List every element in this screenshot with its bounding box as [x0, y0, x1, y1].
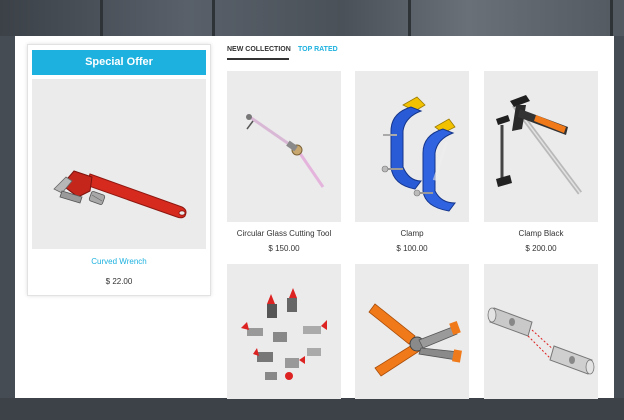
glass-cutter-icon: [246, 113, 325, 188]
background-right: [614, 36, 624, 420]
spring-clamp-icon: [368, 303, 462, 377]
offer-product-image[interactable]: [32, 79, 206, 249]
c-clamp-icon: [381, 96, 456, 212]
product-image[interactable]: [484, 264, 598, 399]
special-offer-header: Special Offer: [32, 50, 206, 75]
product-panel: Special Offer Curved Wrench $ 22.00 NEW …: [15, 36, 614, 399]
background-post: [212, 0, 215, 36]
socket-tubes-icon: [487, 307, 595, 375]
special-offer-card[interactable]: Special Offer Curved Wrench $ 22.00: [27, 44, 211, 296]
tab-top-rated[interactable]: TOP RATED: [298, 44, 338, 62]
background-bottom: [0, 398, 624, 420]
background-left: [0, 36, 15, 420]
background-post: [408, 0, 411, 36]
product-price: $ 200.00: [525, 244, 557, 253]
bar-clamp-icon: [496, 95, 582, 195]
offer-product-name[interactable]: Curved Wrench: [32, 257, 206, 266]
product-image[interactable]: [355, 264, 469, 399]
product-name[interactable]: Clamp: [355, 229, 469, 238]
toggle-clamps-icon: [241, 288, 327, 380]
product-image[interactable]: [227, 264, 341, 399]
product-price: $ 150.00: [268, 244, 300, 253]
background-post: [100, 0, 103, 36]
background-top: [0, 0, 624, 36]
product-name[interactable]: Circular Glass Cutting Tool: [227, 229, 341, 238]
active-tab-indicator: [227, 58, 289, 60]
pipe-wrench-icon: [53, 170, 187, 219]
product-price: $ 100.00: [396, 244, 428, 253]
product-image[interactable]: [227, 71, 341, 222]
product-image[interactable]: [484, 71, 598, 222]
background-post: [610, 0, 613, 36]
product-image[interactable]: [355, 71, 469, 222]
offer-product-price: $ 22.00: [105, 277, 133, 286]
product-name[interactable]: Clamp Black: [484, 229, 598, 238]
